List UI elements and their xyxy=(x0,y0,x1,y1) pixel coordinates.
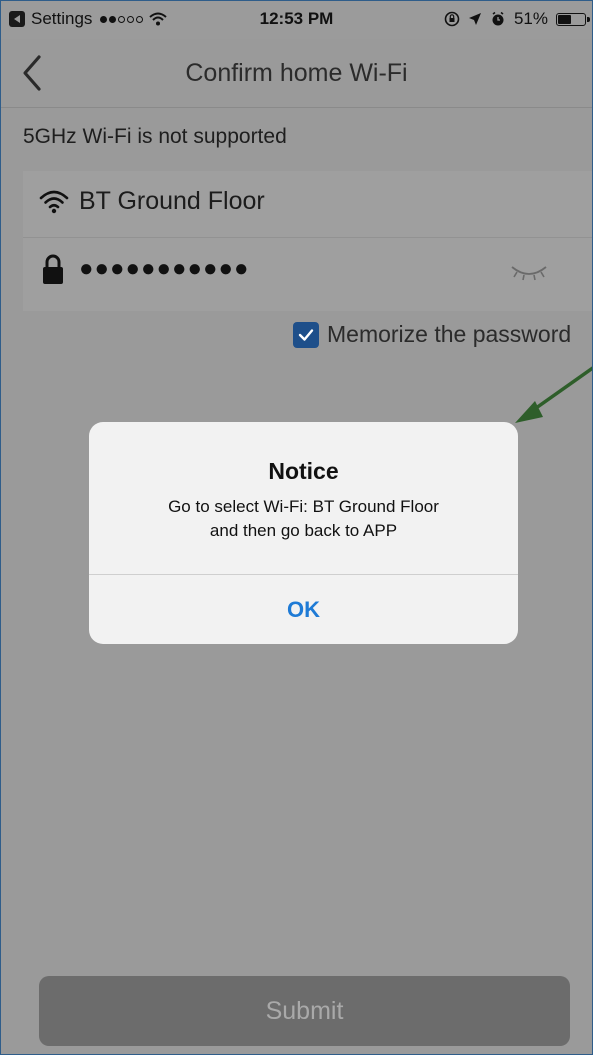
wifi-form: BT Ground Floor ●●●●●●●●●●● xyxy=(23,171,592,311)
page-title: Confirm home Wi-Fi xyxy=(185,59,408,87)
app-screen: Settings 12:53 PM 51% Confirm home Wi-Fi… xyxy=(0,0,593,1055)
rotation-lock-icon xyxy=(444,11,460,27)
ssid-row[interactable]: BT Ground Floor xyxy=(23,171,592,238)
location-icon xyxy=(468,13,481,25)
battery-percent: 51% xyxy=(513,9,548,28)
lock-icon xyxy=(43,254,63,284)
submit-button[interactable]: Submit xyxy=(39,976,570,1046)
ssid-label: BT Ground Floor xyxy=(79,187,265,215)
status-bar: Settings 12:53 PM 51% xyxy=(1,1,592,39)
memorize-label: Memorize the password xyxy=(327,321,572,347)
dialog-message-line-2: and then go back to APP xyxy=(209,521,398,540)
checkmark-icon xyxy=(298,328,314,341)
wifi-icon xyxy=(39,190,69,214)
battery-level xyxy=(558,14,571,24)
dialog-message: Go to select Wi-Fi: BT Ground Floor and … xyxy=(89,495,518,543)
ok-button[interactable]: OK xyxy=(89,575,518,644)
navigation-bar: Confirm home Wi-Fi xyxy=(1,39,592,108)
annotation-arrow-icon xyxy=(515,366,592,423)
dialog-title: Notice xyxy=(268,458,339,484)
frequency-warning: 5GHz Wi-Fi is not supported xyxy=(23,125,287,148)
password-field[interactable]: ●●●●●●●●●●● xyxy=(79,255,249,283)
status-right: 51% xyxy=(444,9,590,29)
memorize-checkbox[interactable] xyxy=(293,321,319,348)
alarm-icon xyxy=(492,11,504,26)
hide-password-eye-icon[interactable] xyxy=(509,259,549,283)
battery-icon xyxy=(556,12,590,26)
notice-dialog: Notice Go to select Wi-Fi: BT Ground Flo… xyxy=(89,422,518,644)
memorize-password-option[interactable]: Memorize the password xyxy=(293,321,571,348)
dialog-message-line-1: Go to select Wi-Fi: BT Ground Floor xyxy=(168,497,439,516)
